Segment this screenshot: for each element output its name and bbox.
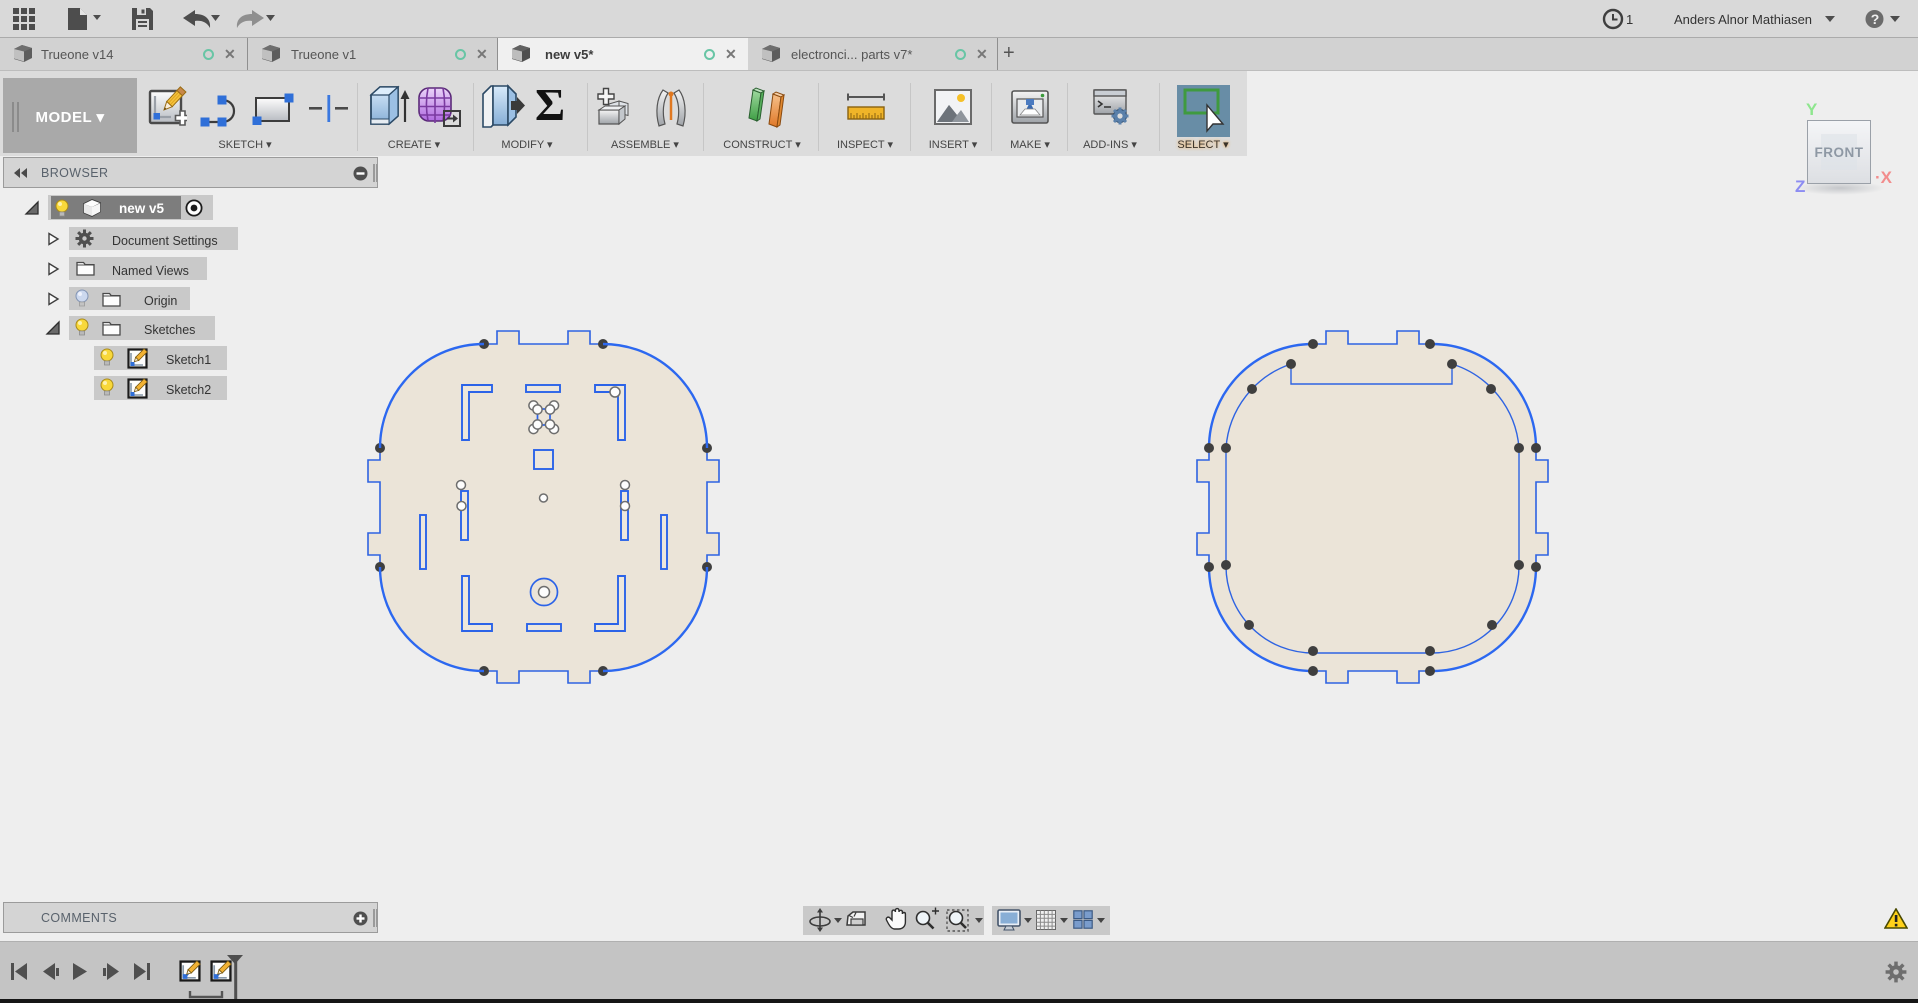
svg-text:?: ? xyxy=(1871,11,1880,27)
